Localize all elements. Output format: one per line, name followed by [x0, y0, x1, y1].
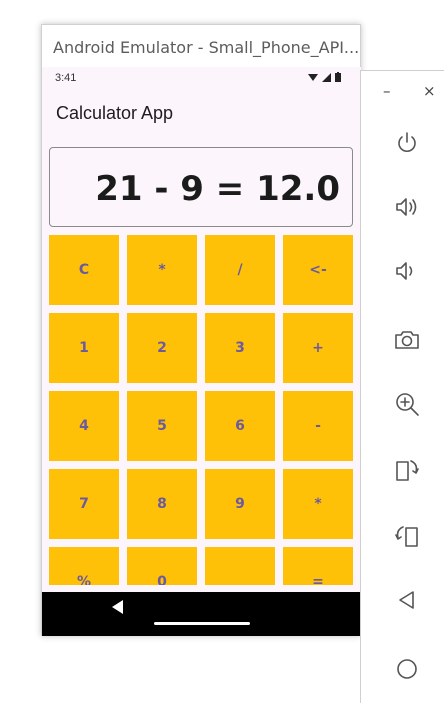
- status-icons: [308, 72, 341, 83]
- signal-icon: [322, 72, 332, 82]
- key-9[interactable]: 9: [205, 469, 275, 539]
- key-dot[interactable]: [205, 547, 275, 585]
- phone-screen: 3:41 Calculator App 21 - 9 = 12.0 C * / …: [42, 67, 361, 636]
- key-multiply[interactable]: *: [127, 235, 197, 305]
- key-2[interactable]: 2: [127, 313, 197, 383]
- key-multiply-2[interactable]: *: [283, 469, 353, 539]
- key-plus[interactable]: +: [283, 313, 353, 383]
- key-6[interactable]: 6: [205, 391, 275, 461]
- camera-icon[interactable]: [392, 325, 422, 355]
- status-time: 3:41: [55, 72, 77, 84]
- key-1[interactable]: 1: [49, 313, 119, 383]
- zoom-icon[interactable]: [392, 389, 422, 419]
- display-text: 21 - 9 = 12.0: [95, 169, 340, 209]
- battery-icon: [335, 72, 341, 83]
- key-minus[interactable]: -: [283, 391, 353, 461]
- home-icon[interactable]: [392, 654, 422, 684]
- window-title: Android Emulator - Small_Phone_API...: [53, 38, 360, 57]
- minimize-button[interactable]: –: [383, 81, 391, 101]
- wifi-icon: [308, 73, 319, 81]
- key-backspace[interactable]: <-: [283, 235, 353, 305]
- nav-home-pill[interactable]: [154, 622, 250, 625]
- key-4[interactable]: 4: [49, 391, 119, 461]
- rotate-right-icon[interactable]: [392, 455, 422, 485]
- key-divide[interactable]: /: [205, 235, 275, 305]
- key-percent[interactable]: %: [49, 547, 119, 585]
- key-8[interactable]: 8: [127, 469, 197, 539]
- key-equals[interactable]: =: [283, 547, 353, 585]
- key-0[interactable]: 0: [127, 547, 197, 585]
- status-bar: 3:41: [42, 67, 361, 91]
- app-title: Calculator App: [56, 103, 174, 123]
- navigation-bar: [42, 592, 361, 636]
- power-icon[interactable]: [392, 128, 422, 158]
- nav-back-icon[interactable]: [112, 600, 123, 614]
- key-7[interactable]: 7: [49, 469, 119, 539]
- rotate-left-icon[interactable]: [392, 521, 422, 551]
- calculator-display: 21 - 9 = 12.0: [49, 147, 353, 227]
- emulator-window: Android Emulator - Small_Phone_API... 3:…: [41, 24, 361, 636]
- key-clear[interactable]: C: [49, 235, 119, 305]
- key-3[interactable]: 3: [205, 313, 275, 383]
- back-icon[interactable]: [392, 585, 422, 615]
- emulator-side-panel: – ×: [360, 70, 444, 703]
- close-button[interactable]: ×: [423, 81, 436, 101]
- keypad: C * / <- 1 2 3 + 4 5 6 - 7 8 9 * % 0 =: [49, 235, 355, 585]
- volume-down-icon[interactable]: [392, 256, 422, 286]
- volume-up-icon[interactable]: [392, 192, 422, 222]
- key-5[interactable]: 5: [127, 391, 197, 461]
